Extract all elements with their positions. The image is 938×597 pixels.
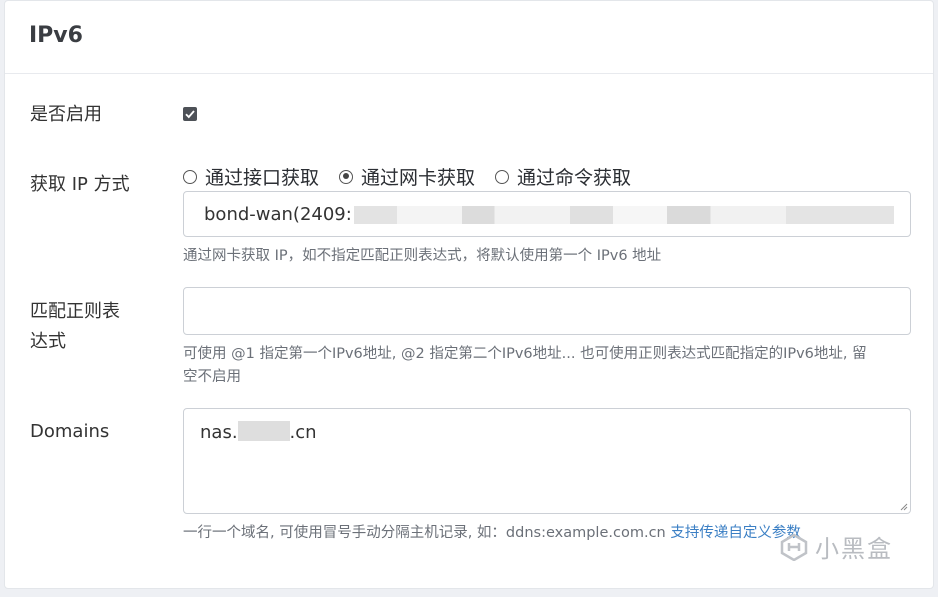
- radio-label: 通过接口获取: [205, 167, 320, 189]
- radio-circle[interactable]: [183, 169, 197, 184]
- regex-label-line1: 匹配正则表: [30, 301, 120, 322]
- redacted-domain: [237, 421, 290, 441]
- ip-method-help: 通过网卡获取 IP，如不指定匹配正则表达式，将默认使用第一个 IPv6 地址: [183, 248, 662, 264]
- enable-label: 是否启用: [30, 104, 102, 125]
- watermark-text: 小黑盒: [815, 535, 893, 563]
- radio-circle[interactable]: [495, 169, 510, 184]
- regex-help-line1: 可使用 @1 指定第一个IPv6地址, @2 指定第二个IPv6地址... 也可…: [183, 346, 867, 362]
- ipv6-settings-card: IPv6 是否启用 获取 IP 方式 通过接口获取 通过网卡获取 通过命令获取 …: [4, 0, 934, 589]
- radio-label: 通过命令获取: [517, 167, 632, 189]
- ip-method-radio-group: 通过接口获取 通过网卡获取 通过命令获取: [183, 163, 651, 190]
- radio-label: 通过网卡获取: [361, 167, 476, 189]
- watermark-logo-icon: [780, 533, 808, 561]
- domain-prefix: nas.: [200, 422, 238, 443]
- netcard-select-value: bond-wan(2409:: [204, 204, 352, 225]
- checkmark-icon: [185, 110, 195, 119]
- radio-interface[interactable]: 通过接口获取: [183, 163, 319, 190]
- resize-handle-icon[interactable]: [898, 501, 908, 511]
- card-title: IPv6: [29, 23, 83, 48]
- netcard-select[interactable]: bond-wan(2409:: [183, 191, 911, 237]
- enable-checkbox[interactable]: [183, 107, 197, 121]
- card-header: IPv6: [5, 1, 933, 74]
- regex-help-line2: 空不启用: [183, 369, 241, 385]
- watermark: 小黑盒: [779, 529, 893, 564]
- domain-suffix: .cn: [289, 422, 317, 443]
- regex-input[interactable]: [183, 287, 911, 335]
- domains-help: 一行一个域名, 可使用冒号手动分隔主机记录, 如：ddns:example.co…: [183, 522, 801, 544]
- radio-circle-checked[interactable]: [339, 169, 354, 184]
- redacted-address: [353, 206, 894, 224]
- domains-help-text: 一行一个域名, 可使用冒号手动分隔主机记录, 如：ddns:example.co…: [183, 525, 671, 541]
- radio-command[interactable]: 通过命令获取: [495, 163, 631, 190]
- domains-label: Domains: [30, 421, 110, 442]
- ip-method-label: 获取 IP 方式: [30, 174, 130, 195]
- radio-netcard[interactable]: 通过网卡获取: [339, 163, 475, 190]
- regex-label-line2: 达式: [30, 331, 66, 352]
- domains-textarea[interactable]: nas. .cn: [183, 408, 911, 514]
